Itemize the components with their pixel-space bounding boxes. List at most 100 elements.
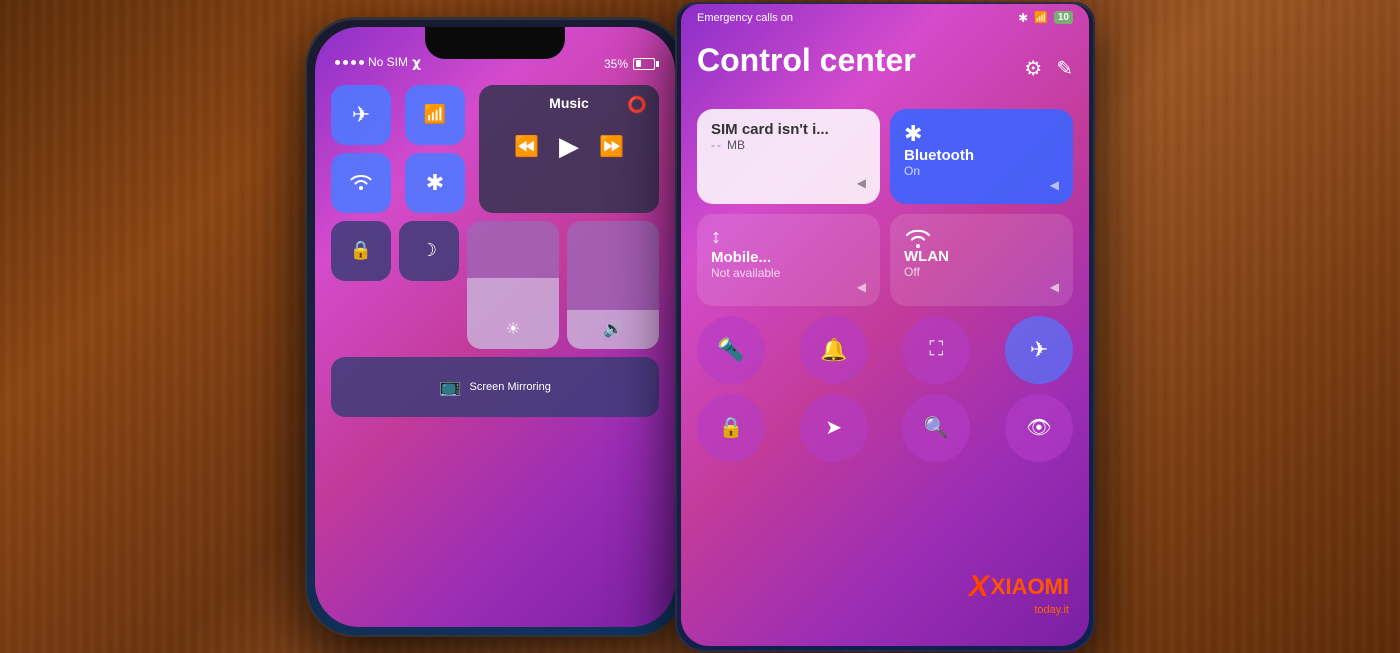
xiaomi-control-center-title: Control center [697, 42, 916, 79]
xiaomi-device: Emergency calls on ✱ 📶 10 Control center [675, 2, 1095, 652]
sim-dashes: -- [711, 138, 723, 152]
volume-icon: 🔊 [603, 319, 623, 339]
ios-row2: 🔒 ☽ ☀ 🔊 [331, 221, 659, 349]
bluetooth-status-icon: ✱ [1018, 11, 1028, 25]
ios-wifi-tile[interactable] [331, 153, 391, 213]
mobile-data-icon: ↕ [711, 226, 721, 249]
lock-button[interactable]: 🔒 [697, 394, 765, 462]
ios-bottom-row: 📺 Screen Mirroring [331, 357, 659, 417]
xiaomi-mobile-tile[interactable]: ↕ Mobile... Not available ◀ [697, 214, 880, 306]
wlan-sub: Off [904, 265, 1059, 279]
battery-level: 10 [1058, 12, 1069, 23]
play-icon[interactable]: ▶ [559, 131, 579, 162]
mobile-arrow: ◀ [857, 280, 866, 294]
screen-mirror-icon: 📺 [439, 376, 461, 397]
lock-icon: 🔒 [719, 415, 744, 440]
no-sim-text: No SIM [368, 55, 408, 69]
sim-arrow: ◀ [711, 174, 866, 192]
wlan-header [904, 226, 1059, 248]
wlan-title: WLAN [904, 248, 1059, 265]
xiaomi-status-right: ✱ 📶 10 [1018, 11, 1073, 25]
sim-mb-row: -- MB [711, 138, 866, 152]
xiaomi-round-row-2: 🔒 ➤ 🔍 👁 [697, 394, 1073, 462]
sim-tile-content: SIM card isn't i... -- MB [711, 121, 866, 152]
iphone-body: No SIM 𝞆 35% [305, 17, 685, 637]
xiaomi-screen: Emergency calls on ✱ 📶 10 Control center [681, 4, 1089, 646]
alarm-button[interactable]: 🔔 [800, 316, 868, 384]
mobile-tile-content: Mobile... Not available [711, 249, 866, 280]
bluetooth-tile-header: ✱ [904, 121, 1059, 147]
phones-container: No SIM 𝞆 35% [0, 0, 1400, 653]
xiaomi-body: Emergency calls on ✱ 📶 10 Control center [675, 2, 1095, 652]
fast-forward-icon[interactable]: ⏩ [599, 134, 624, 159]
location-button[interactable]: ➤ [800, 394, 868, 462]
ios-battery-percent: 35% [604, 57, 628, 71]
mobile-header: ↕ [711, 226, 866, 249]
moon-icon: ☽ [421, 240, 437, 261]
ios-dnd-tile[interactable]: ☽ [399, 221, 459, 281]
signal-dot-1 [335, 60, 340, 65]
xiaomi-logo-container: X XIAOMI today.it [969, 570, 1069, 616]
edit-icon[interactable]: ✎ [1056, 56, 1073, 81]
settings-icon[interactable]: ⚙ [1024, 56, 1042, 81]
xiaomi-site: today.it [1034, 604, 1069, 616]
find-device-button[interactable]: 🔍 [902, 394, 970, 462]
flashlight-icon: 🔦 [717, 337, 744, 363]
bluetooth-icon: ✱ [426, 170, 444, 196]
ios-music-tile[interactable]: ⭕ Music ⏪ ▶ ⏩ [479, 85, 659, 213]
ios-cellular-tile[interactable]: 📶 [405, 85, 465, 145]
ios-brightness-slider[interactable]: ☀ [467, 221, 559, 349]
rewind-icon[interactable]: ⏪ [514, 134, 539, 159]
xiaomi-bluetooth-tile[interactable]: ✱ Bluetooth On ◀ [890, 109, 1073, 204]
ios-signal-dots [335, 60, 364, 65]
battery-fill [636, 60, 642, 67]
iphone-device: No SIM 𝞆 35% [305, 17, 685, 637]
eye-icon: 👁 [1026, 415, 1051, 440]
screenshot-button[interactable]: ⛶ [902, 316, 970, 384]
ios-rotation-tile[interactable]: 🔒 [331, 221, 391, 281]
ios-music-controls: ⏪ ▶ ⏩ [493, 131, 645, 162]
airplane-round-icon: ✈ [1030, 337, 1048, 363]
wlan-tile-content: WLAN Off [904, 248, 1059, 279]
flashlight-button[interactable]: 🔦 [697, 316, 765, 384]
bluetooth-tile-icon: ✱ [904, 121, 922, 147]
alarm-icon: 🔔 [820, 337, 847, 363]
xiaomi-sim-tile[interactable]: SIM card isn't i... -- MB ◀ [697, 109, 880, 204]
airplane-icon: ✈ [352, 102, 370, 128]
xiaomi-title-row: Control center ⚙ ✎ [697, 42, 1073, 95]
mobile-title: Mobile... [711, 249, 866, 266]
iphone-notch [425, 27, 565, 59]
airplay-icon: ⭕ [627, 95, 647, 115]
location-icon: ➤ [825, 415, 842, 440]
ios-airplane-tile[interactable]: ✈ [331, 85, 391, 145]
emergency-text: Emergency calls on [697, 12, 793, 24]
ios-sliders: ☀ 🔊 [467, 221, 659, 349]
xiaomi-logo-watermark: X XIAOMI today.it [969, 570, 1069, 616]
iphone-screen: No SIM 𝞆 35% [315, 27, 675, 627]
ios-control-grid: ✈ 📶 [331, 85, 659, 611]
ios-volume-slider[interactable]: 🔊 [567, 221, 659, 349]
wlan-wifi-icon [904, 226, 932, 248]
signal-dot-3 [351, 60, 356, 65]
airplane-button[interactable]: ✈ [1005, 316, 1073, 384]
bluetooth-sub: On [904, 164, 1059, 178]
xiaomi-title-icons: ⚙ ✎ [1024, 56, 1073, 81]
xiaomi-content: Control center ⚙ ✎ SIM card isn't i... [681, 32, 1089, 646]
ios-music-title: Music [493, 95, 645, 111]
wlan-arrow: ◀ [1050, 280, 1059, 294]
xiaomi-wlan-tile[interactable]: WLAN Off ◀ [890, 214, 1073, 306]
xiaomi-middle-tiles: ↕ Mobile... Not available ◀ [697, 214, 1073, 306]
bluetooth-tile-content: Bluetooth On [904, 147, 1059, 178]
eye-button[interactable]: 👁 [1005, 394, 1073, 462]
rotation-icon: 🔒 [350, 240, 372, 261]
signal-icon: 📶 [1034, 11, 1048, 24]
ios-bluetooth-tile[interactable]: ✱ [405, 153, 465, 213]
ios-screen-mirror-tile[interactable]: 📺 Screen Mirroring [331, 357, 659, 417]
screen-mirror-label: Screen Mirroring [470, 381, 551, 393]
xiaomi-top-tiles: SIM card isn't i... -- MB ◀ [697, 109, 1073, 204]
xi-logo-x: X [969, 570, 989, 604]
bluetooth-title: Bluetooth [904, 147, 1059, 164]
xiaomi-round-row-1: 🔦 🔔 ⛶ ✈ [697, 316, 1073, 384]
ios-status-left: No SIM 𝞆 [335, 54, 421, 71]
ios-row1: ✈ 📶 [331, 85, 659, 213]
